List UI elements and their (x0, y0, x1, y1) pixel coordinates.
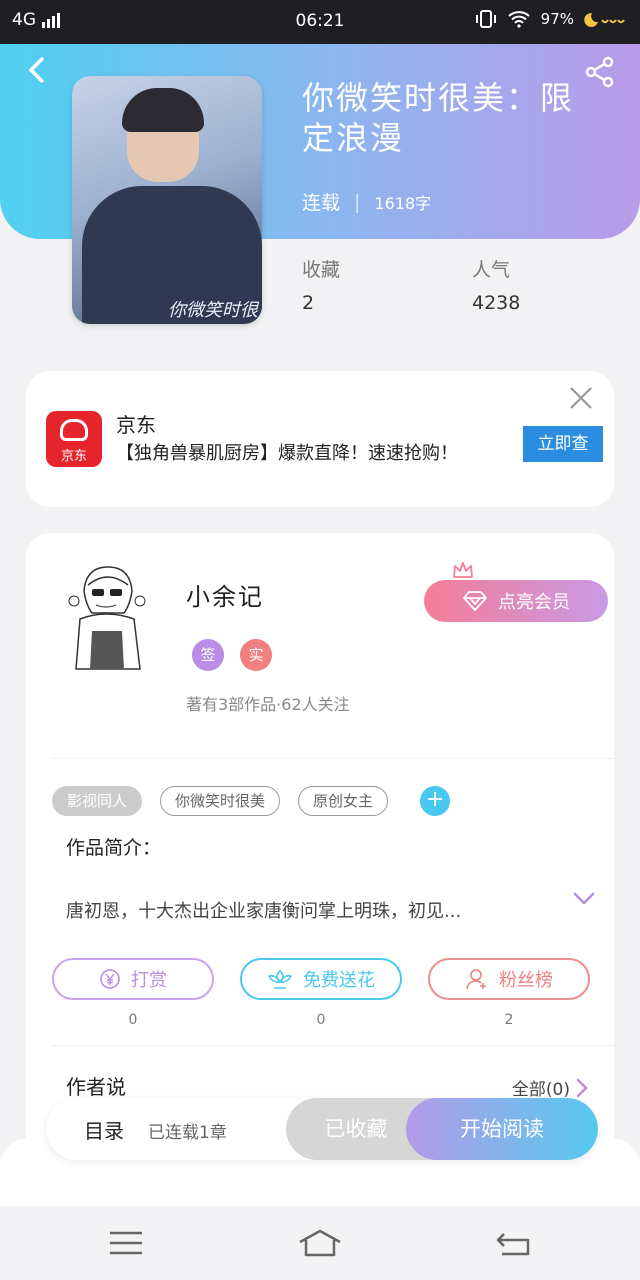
ad-banner[interactable]: 京东 京东 【独角兽暴肌厨房】爆款直降！速速抢购！ 立即查 (26, 371, 614, 507)
crown-icon (453, 562, 473, 578)
fan-icon (466, 969, 486, 990)
flower-count: 0 (316, 1012, 326, 1028)
book-meta: 连载 | 1618字 (302, 188, 431, 215)
vibrate-icon (475, 10, 496, 28)
stat-popularity: 人气 4238 (472, 255, 520, 314)
jd-logo: 京东 (46, 411, 102, 467)
intro-title: 作品简介： (66, 837, 162, 859)
author-say-title: 作者说 (66, 1075, 126, 1099)
tag-item[interactable]: 影视同人 (52, 786, 143, 816)
stat-collect-label: 收藏 (302, 259, 341, 281)
chevron-down-icon[interactable] (573, 891, 595, 907)
tip-label: 打赏 (131, 970, 167, 991)
status-bar: 4G 06:21 97% (0, 0, 640, 44)
flower-icon (268, 970, 292, 989)
tip-count: 0 (128, 1012, 138, 1028)
stat-collect: 收藏 2 (302, 255, 340, 314)
tag-list: 影视同人 你微笑时很美 原创女主 + (52, 786, 451, 816)
start-reading-button[interactable]: 开始阅读 (406, 1098, 598, 1160)
serial-status: 连载 (302, 192, 341, 214)
status-right: 97% (475, 10, 628, 28)
menu-icon[interactable] (104, 1228, 148, 1258)
action-fans: 粉丝榜 2 (428, 958, 590, 1028)
ad-cta-button[interactable]: 立即查 (523, 426, 603, 462)
divider (52, 758, 614, 759)
author-stats: 著有3部作品·62人关注 (186, 695, 350, 714)
cover-figure-hair (122, 88, 204, 132)
meta-separator: | (354, 190, 361, 213)
stat-popularity-label: 人气 (472, 259, 511, 281)
divider (52, 1045, 614, 1046)
jd-dog-icon (60, 419, 88, 441)
author-avatar[interactable] (66, 561, 148, 673)
word-count: 1618字 (374, 193, 432, 213)
cover-caption: 你微笑时很美 (168, 300, 258, 321)
vip-button-label: 点亮会员 (498, 592, 570, 613)
system-nav-bar (0, 1206, 640, 1280)
back-nav-icon[interactable] (494, 1228, 538, 1258)
fan-count: 2 (504, 1012, 514, 1028)
author-say-all-label: 全部(0) (511, 1080, 570, 1100)
author-name[interactable]: 小余记 (186, 577, 264, 612)
fan-rank-button[interactable]: 粉丝榜 (428, 958, 590, 1000)
moon-icon (584, 12, 625, 27)
tag-item[interactable]: 原创女主 (298, 786, 389, 816)
toc-status: 已连载1章 (148, 1123, 227, 1143)
action-buttons: 打赏 0 免费送花 0 粉丝榜 2 (52, 958, 590, 1028)
close-icon[interactable] (566, 383, 596, 413)
author-card: 小余记 签 实 著有3部作品·62人关注 点亮会员 影视同人 你微笑时很美 原创… (26, 533, 614, 1173)
add-tag-button[interactable]: + (420, 786, 451, 816)
tag-item[interactable]: 你微笑时很美 (160, 786, 281, 816)
stat-collect-value: 2 (302, 292, 315, 314)
send-flower-label: 免费送花 (303, 970, 375, 991)
jd-logo-text: 京东 (60, 449, 87, 464)
battery-text: 97% (540, 10, 574, 28)
diamond-icon (463, 591, 487, 611)
badge-signed: 签 (192, 639, 224, 671)
book-title: 你微笑时很美：限定浪漫 (302, 79, 575, 157)
ad-text: 【独角兽暴肌厨房】爆款直降！速速抢购！ (116, 443, 458, 464)
ad-brand: 京东 (116, 413, 156, 437)
book-cover[interactable]: 你微笑时很美 (72, 76, 262, 324)
badge-verified: 实 (240, 639, 272, 671)
author-say-all-link[interactable]: 全部(0) (512, 1075, 588, 1100)
tip-button[interactable]: 打赏 (52, 958, 214, 1000)
read-action-bar: 目录 已连载1章 已收藏 开始阅读 (46, 1098, 598, 1160)
back-icon[interactable] (22, 55, 52, 85)
author-badges: 签 实 (192, 639, 272, 671)
toc-button[interactable]: 目录 (84, 1115, 124, 1144)
stat-popularity-value: 4238 (472, 292, 521, 314)
action-flower: 免费送花 0 (240, 958, 402, 1028)
intro-text: 唐初恩，十大杰出企业家唐衡问掌上明珠，初见... (66, 901, 462, 922)
send-flower-button[interactable]: 免费送花 (240, 958, 402, 1000)
wifi-icon (507, 11, 530, 28)
vip-button[interactable]: 点亮会员 (424, 580, 608, 622)
yen-icon (100, 969, 120, 989)
action-tip: 打赏 0 (52, 958, 214, 1028)
chevron-right-icon (576, 1078, 588, 1097)
fan-rank-label: 粉丝榜 (499, 970, 553, 991)
home-icon[interactable] (298, 1228, 342, 1258)
